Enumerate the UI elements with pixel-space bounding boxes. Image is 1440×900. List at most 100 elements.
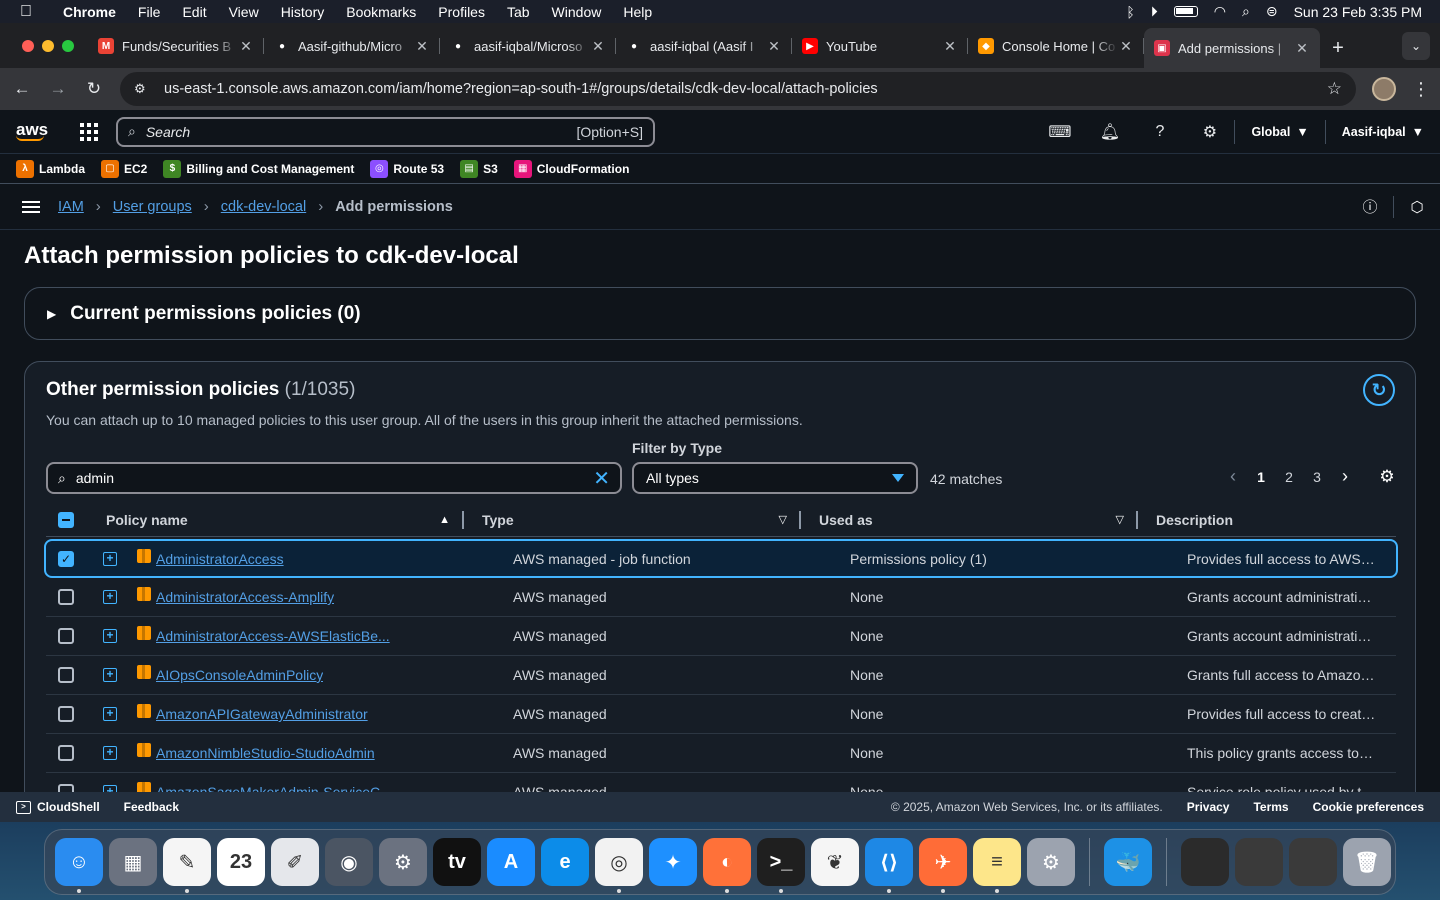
- next-page-icon[interactable]: ›: [1331, 466, 1359, 487]
- close-tab-icon[interactable]: ✕: [590, 38, 606, 55]
- side-nav-menu-icon[interactable]: [22, 198, 40, 216]
- favorite-lambda[interactable]: λ Lambda: [16, 159, 85, 178]
- row-checkbox[interactable]: [58, 667, 74, 683]
- aws-search-input[interactable]: ⌕ Search [Option+S]: [116, 116, 655, 147]
- menubar-clock[interactable]: Sun 23 Feb 3:35 PM: [1294, 4, 1422, 20]
- media-play-icon[interactable]: ⏵: [1151, 3, 1158, 20]
- tab-search-button[interactable]: ⌄: [1402, 32, 1430, 60]
- favorite-billing-and-cost-management[interactable]: $ Billing and Cost Management: [163, 159, 354, 178]
- tab-3[interactable]: ● aasif-iqbal (Aasif I ✕: [616, 28, 792, 64]
- spotlight-search-icon[interactable]: ⌕: [1242, 3, 1250, 20]
- tab-6[interactable]: ▣ Add permissions | ✕: [1144, 28, 1320, 68]
- page-3[interactable]: 3: [1303, 469, 1331, 485]
- menu-file[interactable]: File: [127, 4, 172, 20]
- row-checkbox[interactable]: ✓: [58, 550, 74, 567]
- cloudshell-button[interactable]: > CloudShell: [16, 800, 100, 814]
- menu-help[interactable]: Help: [612, 4, 663, 20]
- back-button[interactable]: ←: [4, 79, 40, 99]
- control-center-icon[interactable]: ⊜: [1266, 3, 1278, 20]
- trash-icon[interactable]: 🗑: [1343, 838, 1391, 886]
- menu-app-name[interactable]: Chrome: [52, 4, 127, 20]
- policy-name-link[interactable]: AmazonNimbleStudio-StudioAdmin: [156, 745, 375, 761]
- screenshot-icon[interactable]: ◉: [325, 838, 373, 886]
- select-all-checkbox[interactable]: [58, 511, 74, 528]
- terms-link[interactable]: Terms: [1253, 800, 1288, 814]
- window-preview-2-icon[interactable]: [1235, 838, 1283, 886]
- site-settings-icon[interactable]: ⚙: [134, 81, 152, 97]
- column-divider[interactable]: [799, 510, 801, 529]
- breadcrumb-group[interactable]: cdk-dev-local: [221, 199, 306, 215]
- aws-logo[interactable]: aws: [16, 121, 50, 141]
- breadcrumb-iam[interactable]: IAM: [58, 199, 84, 215]
- feedback-link[interactable]: Feedback: [124, 800, 179, 814]
- close-tab-icon[interactable]: ✕: [238, 38, 254, 55]
- favorite-s3[interactable]: ▤ S3: [460, 159, 498, 178]
- prev-page-icon[interactable]: ‹: [1219, 466, 1247, 487]
- policy-name-link[interactable]: AdministratorAccess: [156, 551, 284, 567]
- close-tab-icon[interactable]: ✕: [766, 38, 782, 55]
- minimize-window-button[interactable]: [42, 39, 54, 52]
- region-selector[interactable]: Global ▼: [1234, 119, 1324, 144]
- window-preview-1-icon[interactable]: [1181, 838, 1229, 886]
- expand-policy-icon[interactable]: +: [103, 668, 117, 682]
- zoom-window-button[interactable]: [62, 39, 74, 52]
- tab-5[interactable]: ◆ Console Home | Co ✕: [968, 28, 1144, 64]
- close-tab-icon[interactable]: ✕: [1294, 40, 1310, 57]
- profile-avatar[interactable]: [1372, 77, 1396, 101]
- page-2[interactable]: 2: [1275, 469, 1303, 485]
- breadcrumb-user-groups[interactable]: User groups: [113, 199, 192, 215]
- system-settings-icon[interactable]: ⚙: [379, 838, 427, 886]
- url-text[interactable]: us-east-1.console.aws.amazon.com/iam/hom…: [164, 81, 1327, 97]
- address-bar[interactable]: ⚙ us-east-1.console.aws.amazon.com/iam/h…: [120, 72, 1356, 106]
- policy-name-link[interactable]: AIOpsConsoleAdminPolicy: [156, 667, 323, 683]
- menu-history[interactable]: History: [270, 4, 336, 20]
- tab-1[interactable]: ● Aasif-github/Micro ✕: [264, 28, 440, 64]
- table-row[interactable]: + AmazonSageMakerAdmin-ServiceC... AWS man…: [46, 773, 1396, 792]
- expand-policy-icon[interactable]: +: [103, 746, 117, 760]
- battery-icon[interactable]: [1173, 6, 1198, 17]
- mongodb-compass-icon[interactable]: ❦: [811, 838, 859, 886]
- app-store-icon[interactable]: A: [487, 838, 535, 886]
- close-tab-icon[interactable]: ✕: [414, 38, 430, 55]
- table-row[interactable]: + AIOpsConsoleAdminPolicy AWS managed None G…: [46, 656, 1396, 695]
- table-row[interactable]: + AdministratorAccess-Amplify AWS managed N…: [46, 578, 1396, 617]
- menu-view[interactable]: View: [218, 4, 270, 20]
- help-icon[interactable]: ?: [1134, 110, 1184, 154]
- notifications-bell-icon[interactable]: 🔔︎: [1084, 110, 1134, 154]
- menu-profiles[interactable]: Profiles: [427, 4, 496, 20]
- launchpad-icon[interactable]: ▦: [109, 838, 157, 886]
- row-checkbox[interactable]: [58, 628, 74, 644]
- edge-icon[interactable]: e: [541, 838, 589, 886]
- tab-0[interactable]: M Funds/Securities B ✕: [88, 28, 264, 64]
- clear-search-icon[interactable]: ✕: [593, 466, 610, 491]
- expand-policy-icon[interactable]: +: [103, 590, 117, 604]
- policy-name-link[interactable]: AdministratorAccess-Amplify: [156, 589, 334, 605]
- docker-icon[interactable]: 🐳: [1104, 838, 1152, 886]
- row-checkbox[interactable]: [58, 784, 74, 792]
- expand-policy-icon[interactable]: +: [103, 707, 117, 721]
- current-permissions-expander[interactable]: ▶ Current permissions policies (0): [24, 287, 1416, 340]
- table-row[interactable]: ✓ + AdministratorAccess AWS managed - job f…: [44, 539, 1398, 578]
- tab-4[interactable]: ▶ YouTube ✕: [792, 28, 968, 64]
- close-window-button[interactable]: [22, 39, 34, 52]
- col-header-policy-name[interactable]: Policy name ▲: [106, 510, 482, 529]
- policy-search-value[interactable]: admin: [76, 470, 593, 486]
- reload-button[interactable]: ↻: [76, 79, 112, 99]
- expand-policy-icon[interactable]: +: [103, 785, 117, 792]
- terminal-icon[interactable]: >_: [757, 838, 805, 893]
- chrome-icon[interactable]: ◎: [595, 838, 643, 893]
- easy-notepad-icon[interactable]: ✎: [163, 838, 211, 893]
- cookie-preferences-link[interactable]: Cookie preferences: [1313, 800, 1424, 814]
- gear-app-icon[interactable]: ⚙: [1027, 838, 1075, 886]
- bluetooth-icon[interactable]: ᛒ: [1126, 4, 1134, 20]
- services-menu-icon[interactable]: [80, 122, 98, 141]
- sort-icon[interactable]: ▽: [1116, 513, 1124, 526]
- expand-policy-icon[interactable]: +: [103, 629, 117, 643]
- row-checkbox[interactable]: [58, 745, 74, 761]
- favorite-route-53[interactable]: ◎ Route 53: [370, 159, 444, 178]
- info-icon[interactable]: ⓘ: [1347, 184, 1393, 230]
- firefox-icon[interactable]: ◐: [703, 838, 751, 893]
- column-divider[interactable]: [1136, 510, 1138, 529]
- row-checkbox[interactable]: [58, 589, 74, 605]
- postman-icon[interactable]: ✈: [919, 838, 967, 893]
